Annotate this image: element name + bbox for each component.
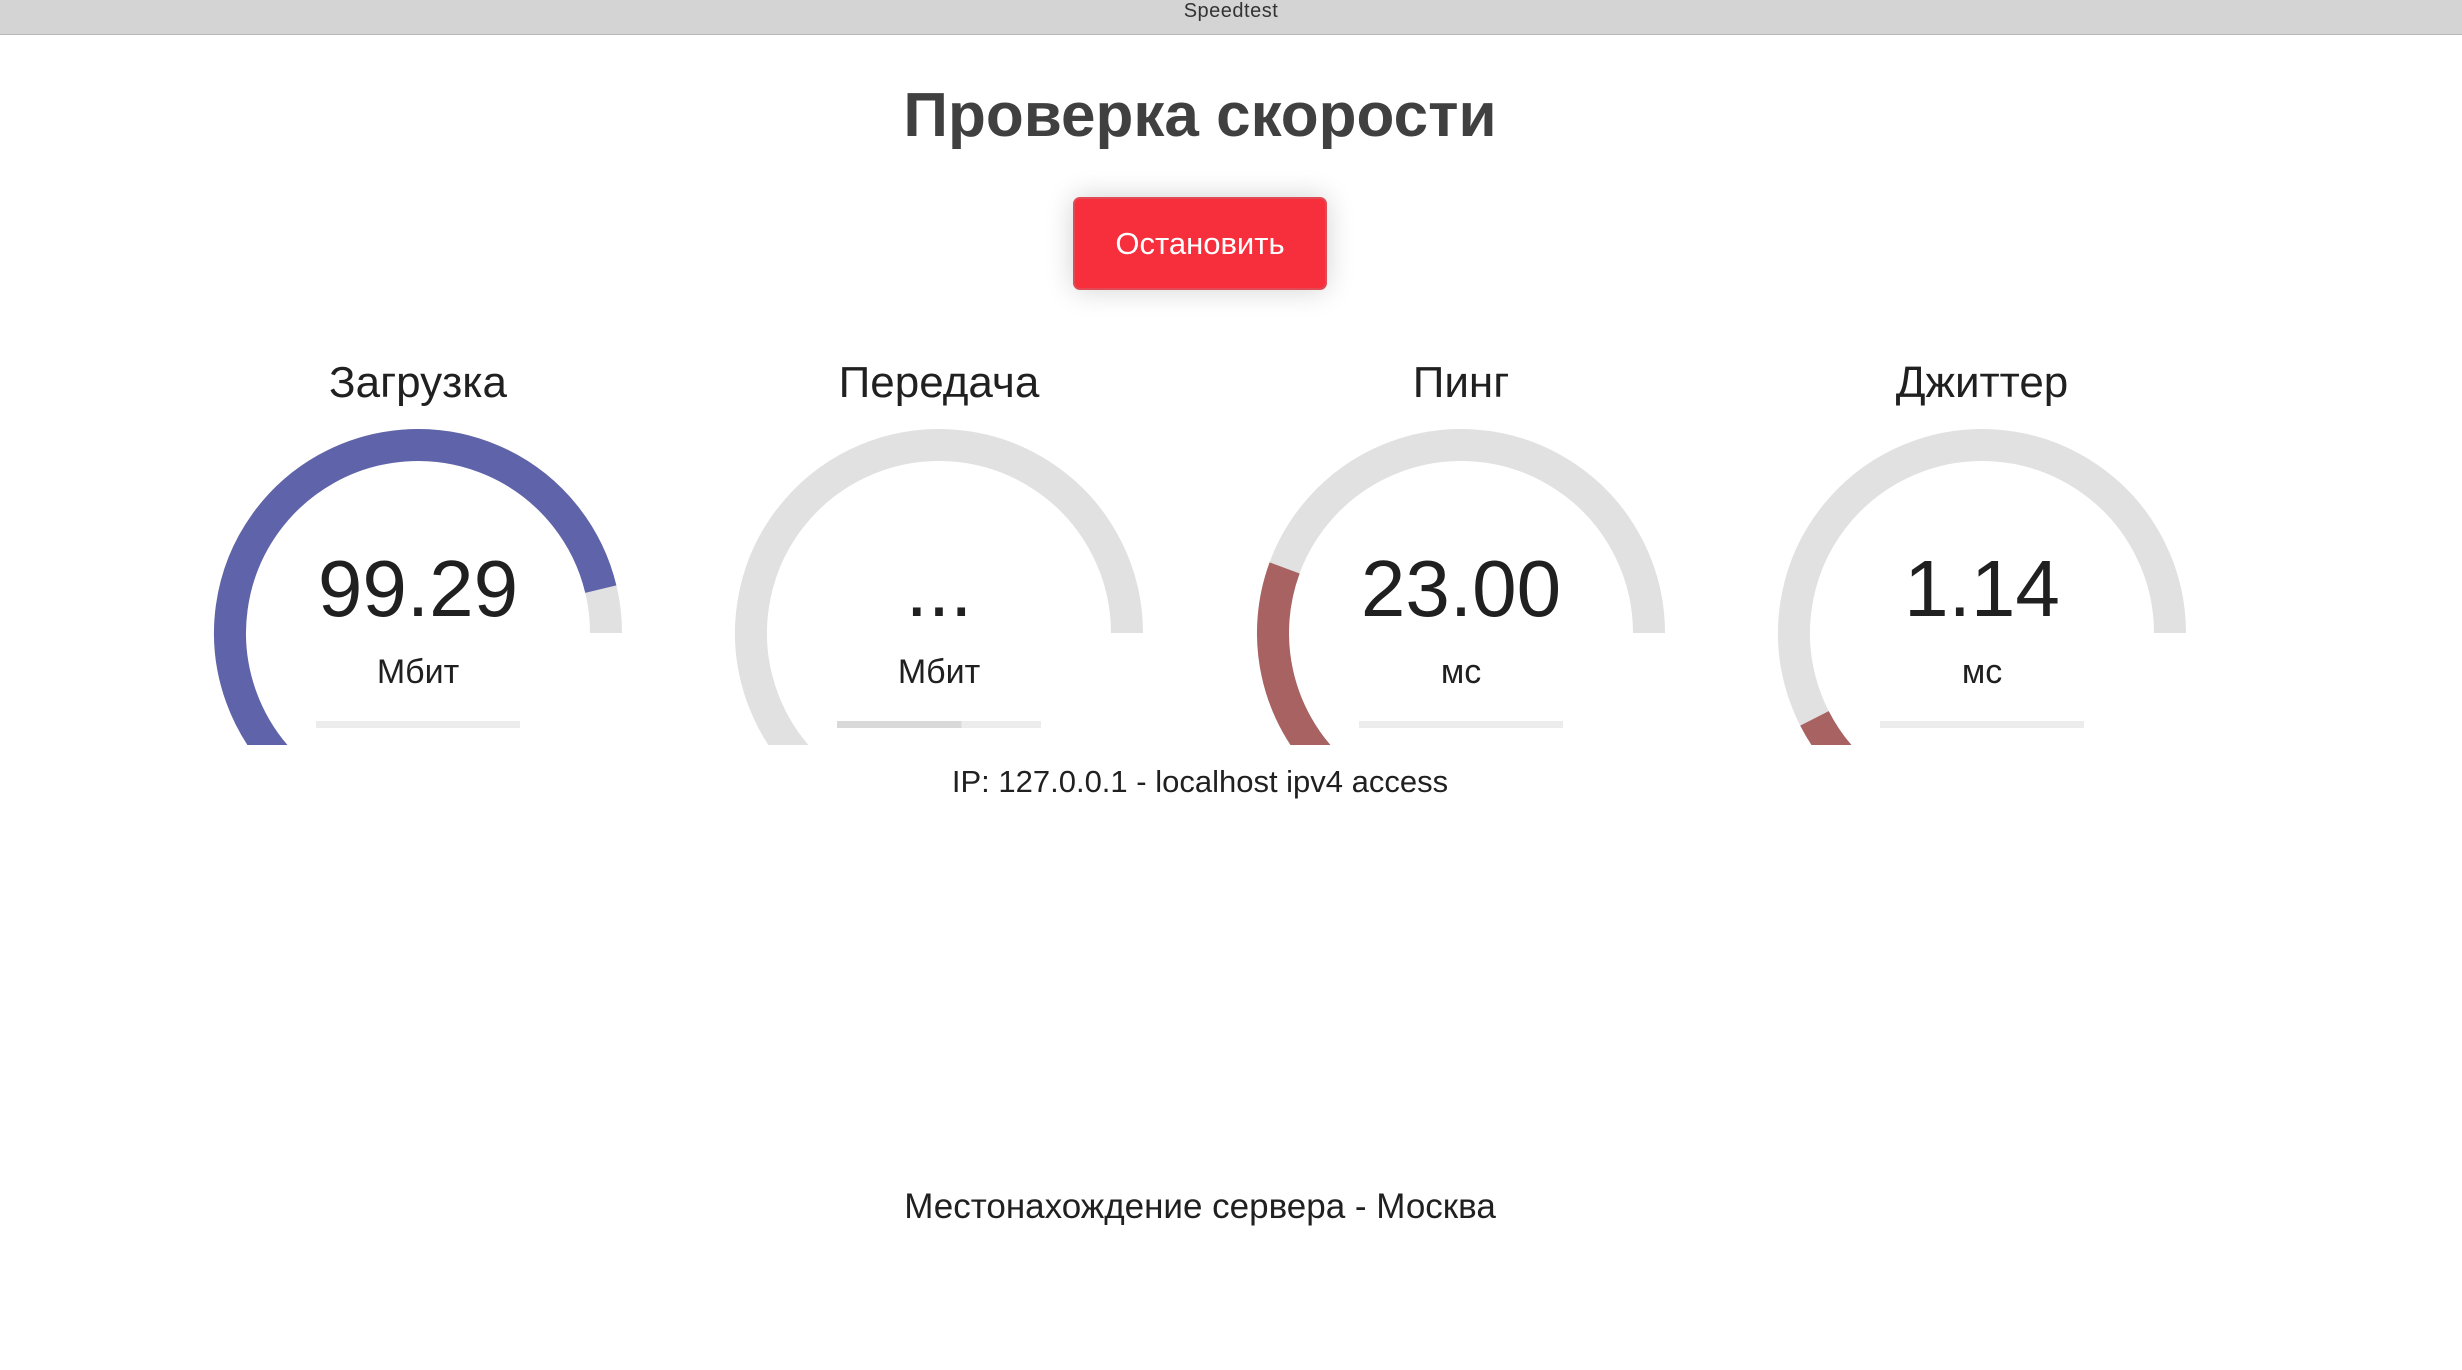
upload-value: ... — [905, 544, 973, 633]
ping-value: 23.00 — [1360, 544, 1562, 633]
page-title: Проверка скорости — [903, 81, 1497, 150]
ping-label: Пинг — [1412, 358, 1510, 407]
ping-progress-track — [1359, 721, 1563, 728]
window-titlebar: Speedtest — [0, 0, 2462, 35]
jitter-label: Джиттер — [1895, 358, 2069, 407]
ip-info: IP: 127.0.0.1 - localhost ipv4 access — [951, 764, 1449, 799]
upload-progress-fill — [837, 721, 962, 728]
download-label: Загрузка — [329, 358, 507, 407]
upload-unit: Мбит — [897, 653, 981, 691]
ping-unit: мс — [1440, 653, 1482, 691]
server-location: Местонахождение сервера - Москва — [904, 1187, 1496, 1226]
window-title: Speedtest — [1183, 0, 1279, 22]
download-value: 99.29 — [317, 544, 519, 633]
jitter-unit: мс — [1961, 653, 2003, 691]
upload-label: Передача — [838, 358, 1040, 407]
ping-gauge: Пинг 23.00 мс — [1226, 345, 1696, 745]
download-progress-track — [316, 721, 520, 728]
upload-gauge: Передача ... Мбит — [704, 345, 1174, 745]
download-gauge: Загрузка 99.29 Мбит — [183, 345, 653, 745]
jitter-gauge: Джиттер 1.14 мс — [1747, 345, 2217, 745]
stop-button[interactable]: Остановить — [1073, 197, 1327, 290]
jitter-gauge-fill — [1800, 710, 1852, 745]
jitter-progress-track — [1880, 721, 2084, 728]
download-unit: Мбит — [376, 653, 460, 691]
jitter-value: 1.14 — [1904, 544, 2060, 633]
